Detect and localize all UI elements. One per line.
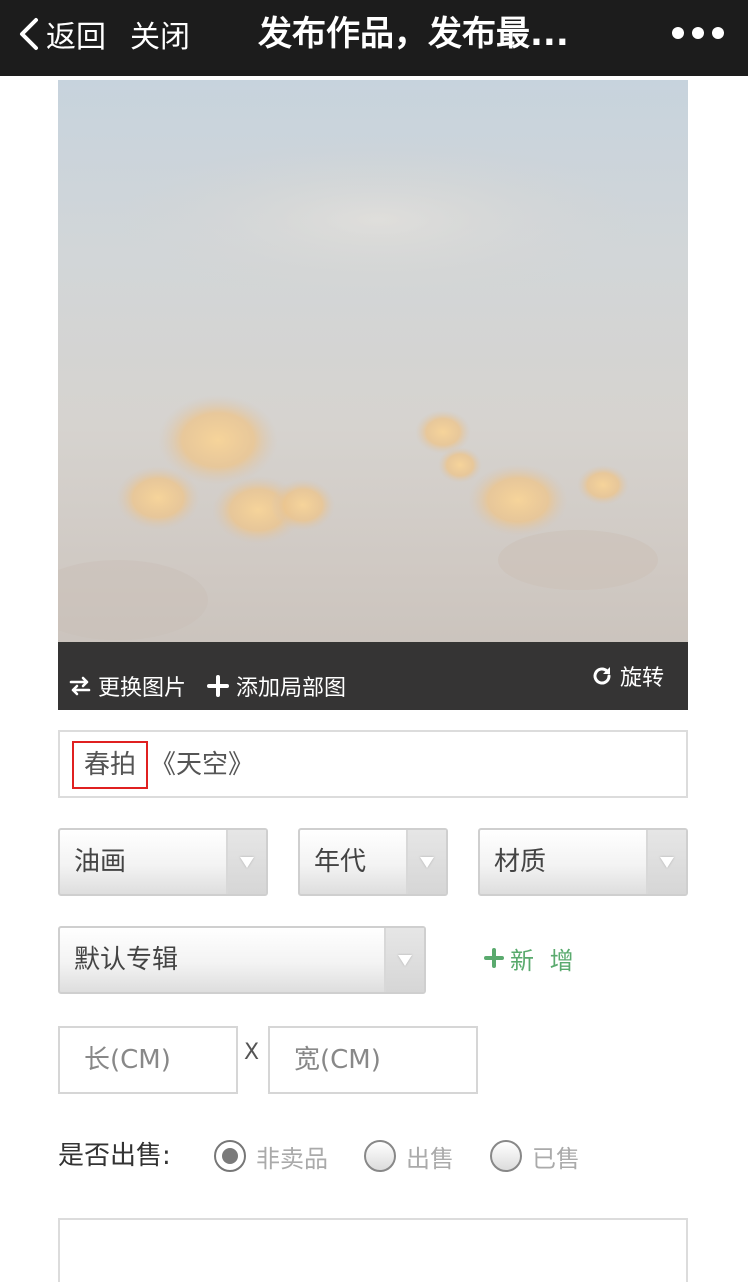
- replace-image-button[interactable]: 更换图片: [68, 652, 186, 710]
- rotate-icon: [593, 667, 611, 685]
- plus-icon: [484, 948, 504, 968]
- rotate-label: 旋转: [620, 666, 665, 691]
- material-select-value: 材质: [494, 847, 547, 877]
- description-textarea[interactable]: [58, 1218, 688, 1282]
- radio-for-sale-label: 出售: [406, 1144, 454, 1173]
- more-menu-button[interactable]: [672, 24, 724, 42]
- swap-arrows-icon: [69, 676, 91, 696]
- dropdown-arrow-icon: [646, 830, 686, 894]
- sale-status-label: 是否出售:: [58, 1141, 171, 1171]
- dropdown-arrow-icon: [226, 830, 266, 894]
- page-title: 发布作品，发布最...: [258, 14, 569, 54]
- close-button[interactable]: 关闭: [130, 12, 190, 56]
- add-album-label: 新 增: [510, 946, 578, 975]
- radio-sold-label: 已售: [532, 1144, 580, 1173]
- album-select-value: 默认专辑: [74, 945, 179, 975]
- year-select-value: 年代: [314, 847, 367, 877]
- dropdown-arrow-icon: [406, 830, 446, 894]
- radio-checked-icon: [214, 1140, 246, 1172]
- chevron-left-icon: [20, 18, 38, 50]
- radio-sold[interactable]: 已售: [490, 1136, 580, 1176]
- width-input[interactable]: 宽(CM): [268, 1026, 478, 1094]
- radio-not-for-sale-label: 非卖品: [256, 1144, 328, 1173]
- size-separator: X: [244, 1040, 260, 1065]
- artwork-title-input[interactable]: 春拍 《天空》: [58, 730, 688, 798]
- back-label: 返回: [46, 20, 106, 55]
- radio-unchecked-icon: [364, 1140, 396, 1172]
- category-select-value: 油画: [74, 847, 127, 877]
- artwork-image[interactable]: 更换图片 添加局部图 旋转: [58, 80, 688, 710]
- material-select[interactable]: 材质: [478, 828, 688, 896]
- category-select[interactable]: 油画: [58, 828, 268, 896]
- add-album-button[interactable]: 新 增: [484, 938, 578, 978]
- artwork-title-text: 《天空》: [150, 750, 255, 780]
- back-button[interactable]: 返回: [18, 12, 106, 56]
- year-select[interactable]: 年代: [298, 828, 448, 896]
- length-input[interactable]: 长(CM): [58, 1026, 238, 1094]
- add-detail-image-button[interactable]: 添加局部图: [206, 652, 346, 710]
- more-dots-icon: [672, 27, 684, 39]
- sky-photo: [58, 140, 658, 640]
- dropdown-arrow-icon: [384, 928, 424, 992]
- replace-image-label: 更换图片: [98, 676, 187, 701]
- top-nav-bar: 返回 关闭 发布作品，发布最...: [0, 0, 748, 76]
- plus-icon: [207, 675, 229, 697]
- radio-unchecked-icon: [490, 1140, 522, 1172]
- auction-tag[interactable]: 春拍: [72, 741, 149, 789]
- add-detail-image-label: 添加局部图: [236, 676, 347, 701]
- radio-for-sale[interactable]: 出售: [364, 1136, 454, 1176]
- image-toolbar: 更换图片 添加局部图 旋转: [58, 642, 688, 710]
- rotate-button[interactable]: 旋转: [590, 642, 664, 710]
- radio-not-for-sale[interactable]: 非卖品: [214, 1136, 328, 1176]
- album-select[interactable]: 默认专辑: [58, 926, 426, 994]
